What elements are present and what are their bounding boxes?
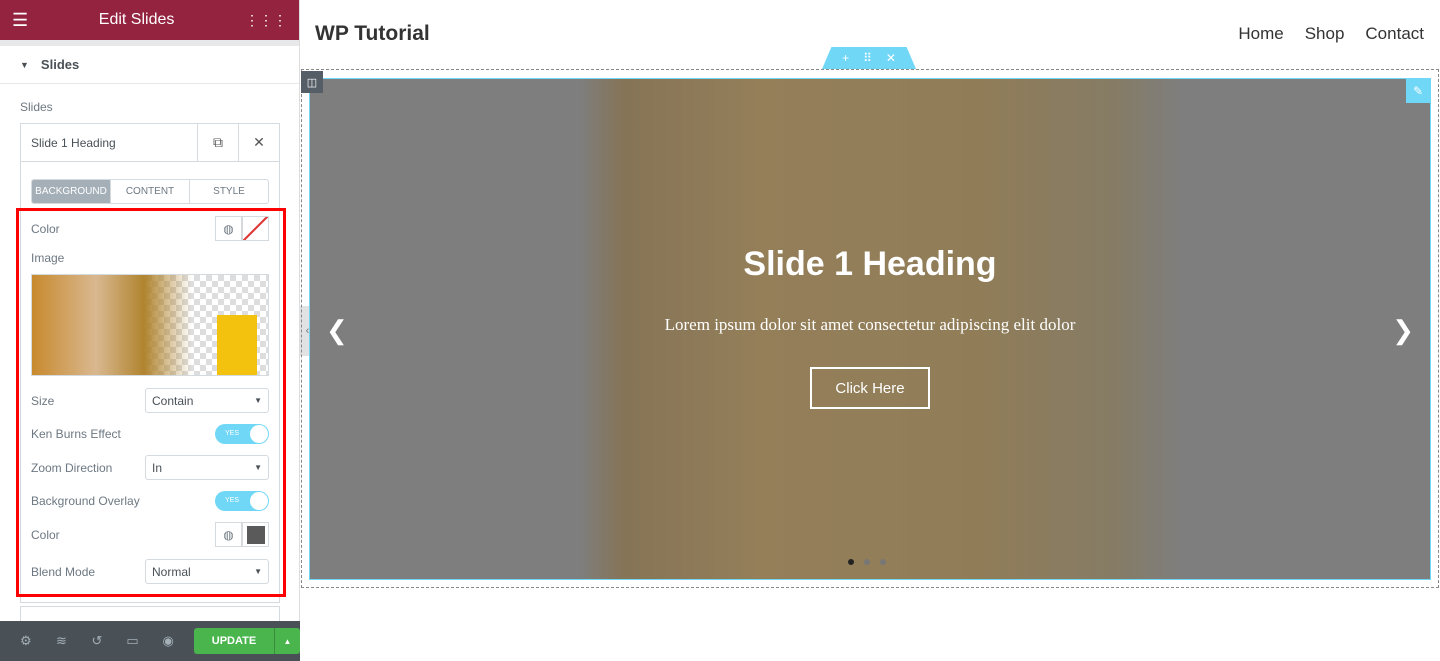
dot[interactable] bbox=[864, 559, 870, 565]
slide-heading: Slide 1 Heading bbox=[743, 245, 997, 283]
preview-eye-icon[interactable]: ◉ bbox=[150, 633, 186, 649]
section-title: Slides bbox=[40, 57, 80, 72]
tab-content[interactable]: CONTENT bbox=[110, 180, 189, 203]
update-button[interactable]: UPDATE bbox=[193, 628, 274, 654]
caret-down-icon: ▼ bbox=[20, 59, 29, 70]
nav-shop[interactable]: Shop bbox=[1305, 24, 1345, 44]
slides-widget[interactable]: Slide 1 Heading Lorem ipsum dolor sit am… bbox=[309, 78, 1431, 580]
slide-description: Lorem ipsum dolor sit amet consectetur a… bbox=[664, 315, 1076, 334]
highlight-box bbox=[16, 208, 286, 597]
nav-contact[interactable]: Contact bbox=[1365, 24, 1424, 44]
site-preview: WP Tutorial Home Shop Contact + ⠿ ✕ Slide … bbox=[300, 0, 1440, 661]
slide-button[interactable]: Click Here bbox=[810, 367, 930, 409]
slide-item-title[interactable]: Slide 1 Heading bbox=[21, 136, 197, 150]
tab-background[interactable]: BACKGROUND bbox=[32, 180, 110, 203]
nav-home[interactable]: Home bbox=[1238, 24, 1283, 44]
widgets-grid-icon[interactable]: ⋮⋮⋮ bbox=[245, 12, 287, 29]
dot[interactable] bbox=[848, 559, 854, 565]
section-handle: + ⠿ ✕ bbox=[822, 47, 916, 69]
column-handle-icon[interactable]: ◫ bbox=[301, 71, 323, 93]
panel-header: ☰ Edit Slides ⋮⋮⋮ bbox=[0, 0, 299, 40]
close-icon[interactable]: ✕ bbox=[886, 51, 896, 65]
tab-style[interactable]: STYLE bbox=[189, 180, 268, 203]
edit-widget-pencil-icon[interactable]: ✎ bbox=[1406, 79, 1430, 103]
add-icon[interactable]: + bbox=[842, 51, 849, 65]
next-arrow-icon[interactable]: ❯ bbox=[1392, 315, 1414, 346]
panel-title: Edit Slides bbox=[98, 11, 175, 28]
slide-tabs: BACKGROUND CONTENT STYLE bbox=[31, 179, 269, 204]
update-options-caret-icon[interactable]: ▲ bbox=[273, 628, 300, 654]
slides-label: Slides bbox=[20, 100, 53, 114]
prev-arrow-icon[interactable]: ❮ bbox=[326, 315, 348, 346]
navigator-layers-icon[interactable]: ≋ bbox=[44, 633, 80, 649]
site-title[interactable]: WP Tutorial bbox=[315, 22, 430, 46]
main-nav: Home Shop Contact bbox=[1238, 24, 1424, 44]
panel-footer: ⚙ ≋ ↺ ▭ ◉ UPDATE ▲ bbox=[0, 621, 300, 661]
settings-gear-icon[interactable]: ⚙ bbox=[8, 633, 44, 649]
editor-panel: ☰ Edit Slides ⋮⋮⋮ ▼ Slides Slides Slide 1… bbox=[0, 0, 300, 661]
dot[interactable] bbox=[880, 559, 886, 565]
slider-pagination bbox=[848, 559, 886, 565]
drag-icon[interactable]: ⠿ bbox=[863, 51, 872, 65]
history-icon[interactable]: ↺ bbox=[79, 633, 115, 649]
responsive-mode-icon[interactable]: ▭ bbox=[115, 633, 151, 649]
close-icon[interactable]: ✕ bbox=[238, 123, 279, 162]
duplicate-icon[interactable]: ⧉ bbox=[197, 123, 238, 162]
hamburger-menu-icon[interactable]: ☰ bbox=[12, 10, 28, 31]
section-slides-toggle[interactable]: ▼ Slides bbox=[0, 46, 299, 84]
